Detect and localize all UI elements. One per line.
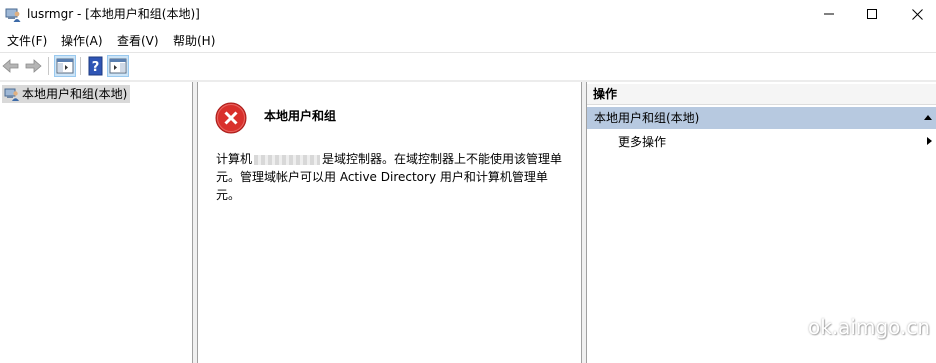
message-body-prefix: 计算机 (216, 152, 253, 166)
toolbar-separator (80, 57, 81, 75)
watermark: ok.aimgo.cn (808, 315, 931, 339)
menu-bar: 文件(F) 操作(A) 查看(V) 帮助(H) (0, 30, 936, 52)
close-button[interactable] (894, 0, 936, 28)
toolbar-separator (48, 57, 49, 75)
menu-file[interactable]: 文件(F) (7, 33, 47, 49)
menu-action[interactable]: 操作(A) (61, 33, 103, 49)
actions-header: 操作 (587, 84, 936, 105)
submenu-arrow-icon (927, 137, 932, 145)
users-computer-icon (5, 8, 21, 22)
window-title: lusrmgr - [本地用户和组(本地)] (27, 7, 200, 21)
users-computer-icon (4, 88, 19, 101)
help-icon[interactable]: ? (86, 56, 106, 76)
actions-header-label: 操作 (593, 87, 618, 101)
svg-text:?: ? (92, 60, 100, 75)
maximize-button[interactable] (849, 0, 895, 28)
tree-item-label: 本地用户和组(本地) (22, 87, 128, 101)
message-title: 本地用户和组 (264, 109, 337, 123)
error-icon (215, 102, 247, 134)
title-bar[interactable]: lusrmgr - [本地用户和组(本地)] (0, 0, 936, 30)
toolbar: ? (0, 53, 936, 79)
message-body: 计算机 是域控制器。在域控制器上不能使用该管理单元。管理域帐户可以用 Active… (216, 150, 568, 204)
minimize-button[interactable] (806, 0, 852, 28)
show-hide-console-tree-icon[interactable] (54, 55, 76, 77)
content-area: 本地用户和组(本地) 本地用户和组 计算机 是域控制器。在域控制器上不能使用该管理… (0, 82, 936, 363)
forward-arrow-icon[interactable] (23, 56, 43, 76)
show-hide-action-pane-icon[interactable] (107, 55, 129, 77)
redacted-computer-name (254, 154, 321, 165)
back-arrow-icon[interactable] (1, 56, 21, 76)
maximize-icon (867, 9, 877, 19)
actions-group-local-users-groups[interactable]: 本地用户和组(本地) (587, 107, 936, 129)
console-tree-pane: 本地用户和组(本地) (0, 82, 193, 363)
tree-item-local-users-groups[interactable]: 本地用户和组(本地) (2, 85, 131, 103)
close-icon (911, 8, 923, 20)
result-pane: 本地用户和组 计算机 是域控制器。在域控制器上不能使用该管理单元。管理域帐户可以用… (197, 82, 582, 363)
lusrmgr-window: lusrmgr - [本地用户和组(本地)] 文件(F) 操作(A) 查看(V)… (0, 0, 936, 363)
menu-view[interactable]: 查看(V) (117, 33, 159, 49)
collapse-up-icon[interactable] (924, 115, 932, 120)
actions-group-label: 本地用户和组(本地) (594, 111, 700, 125)
minimize-icon (824, 13, 834, 15)
more-actions-label: 更多操作 (618, 135, 667, 149)
more-actions-item[interactable]: 更多操作 (587, 132, 936, 152)
menu-help[interactable]: 帮助(H) (173, 33, 215, 49)
